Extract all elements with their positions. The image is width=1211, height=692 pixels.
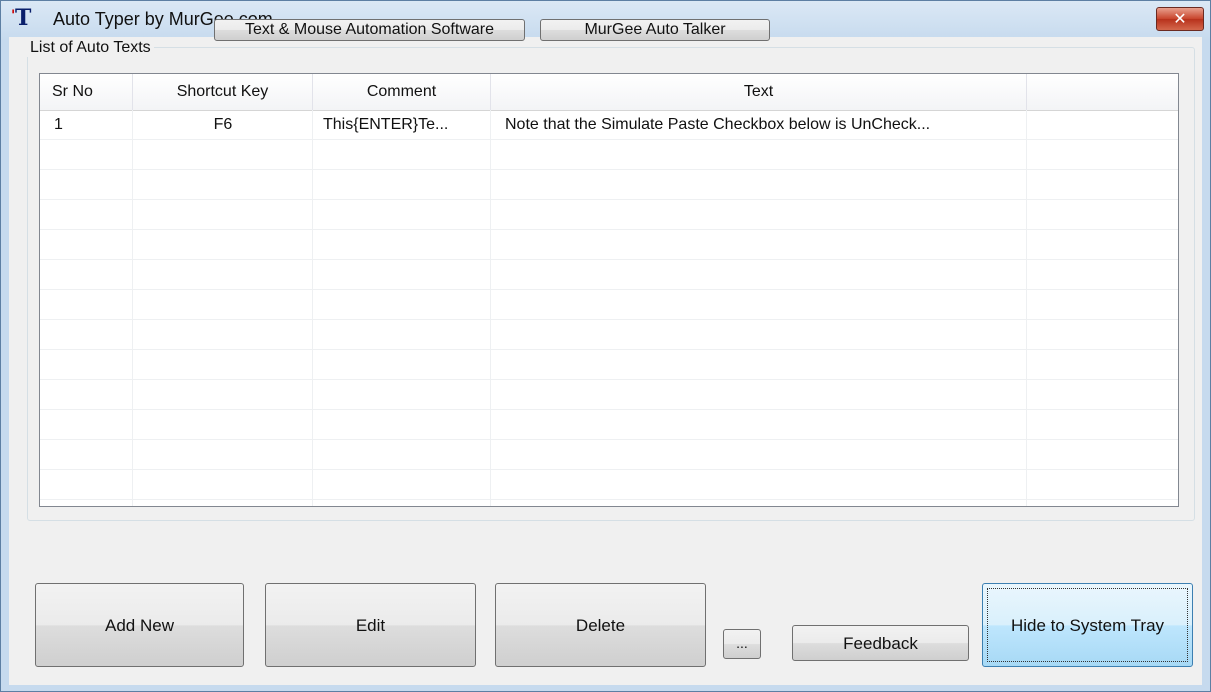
more-options-button[interactable]: ... (723, 629, 761, 659)
hide-to-system-tray-button[interactable]: Hide to System Tray (982, 583, 1193, 667)
app-logo-icon: ' T (11, 5, 32, 31)
table-row[interactable] (40, 200, 1178, 230)
cell-comment: This{ENTER}Te... (323, 116, 449, 133)
table-row[interactable] (40, 260, 1178, 290)
column-header-empty[interactable] (1027, 74, 1178, 110)
auto-texts-table[interactable]: Sr No Shortcut Key Comment Text 1 F6 Thi… (39, 73, 1179, 507)
add-new-button[interactable]: Add New (35, 583, 244, 667)
table-row[interactable]: 1 F6 This{ENTER}Te... Note that the Simu… (40, 110, 1178, 140)
auto-talker-button[interactable]: MurGee Auto Talker (540, 19, 770, 41)
cell-sr-no: 1 (54, 116, 63, 133)
cell-text: Note that the Simulate Paste Checkbox be… (505, 116, 931, 133)
app-window: ' T Auto Typer by MurGee.com ✕ List of Au… (0, 0, 1211, 692)
table-row[interactable] (40, 410, 1178, 440)
table-row[interactable] (40, 440, 1178, 470)
column-header-shortcut-key[interactable]: Shortcut Key (133, 74, 313, 110)
automation-software-button[interactable]: Text & Mouse Automation Software (214, 19, 525, 41)
group-label: List of Auto Texts (27, 39, 154, 57)
focus-ring (987, 588, 1188, 662)
edit-button[interactable]: Edit (265, 583, 476, 667)
close-button[interactable]: ✕ (1156, 7, 1204, 31)
column-header-sr-no[interactable]: Sr No (40, 74, 133, 110)
table-row[interactable] (40, 230, 1178, 260)
column-header-text[interactable]: Text (491, 74, 1027, 110)
table-row[interactable] (40, 290, 1178, 320)
table-row[interactable] (40, 170, 1178, 200)
close-icon: ✕ (1173, 9, 1187, 28)
table-header: Sr No Shortcut Key Comment Text (40, 74, 1178, 111)
column-header-comment[interactable]: Comment (313, 74, 491, 110)
table-row[interactable] (40, 380, 1178, 410)
cell-shortcut-key: F6 (213, 116, 233, 133)
table-row[interactable] (40, 350, 1178, 380)
table-row[interactable] (40, 140, 1178, 170)
feedback-button[interactable]: Feedback (792, 625, 969, 661)
table-row[interactable] (40, 320, 1178, 350)
table-row[interactable] (40, 470, 1178, 500)
delete-button[interactable]: Delete (495, 583, 706, 667)
